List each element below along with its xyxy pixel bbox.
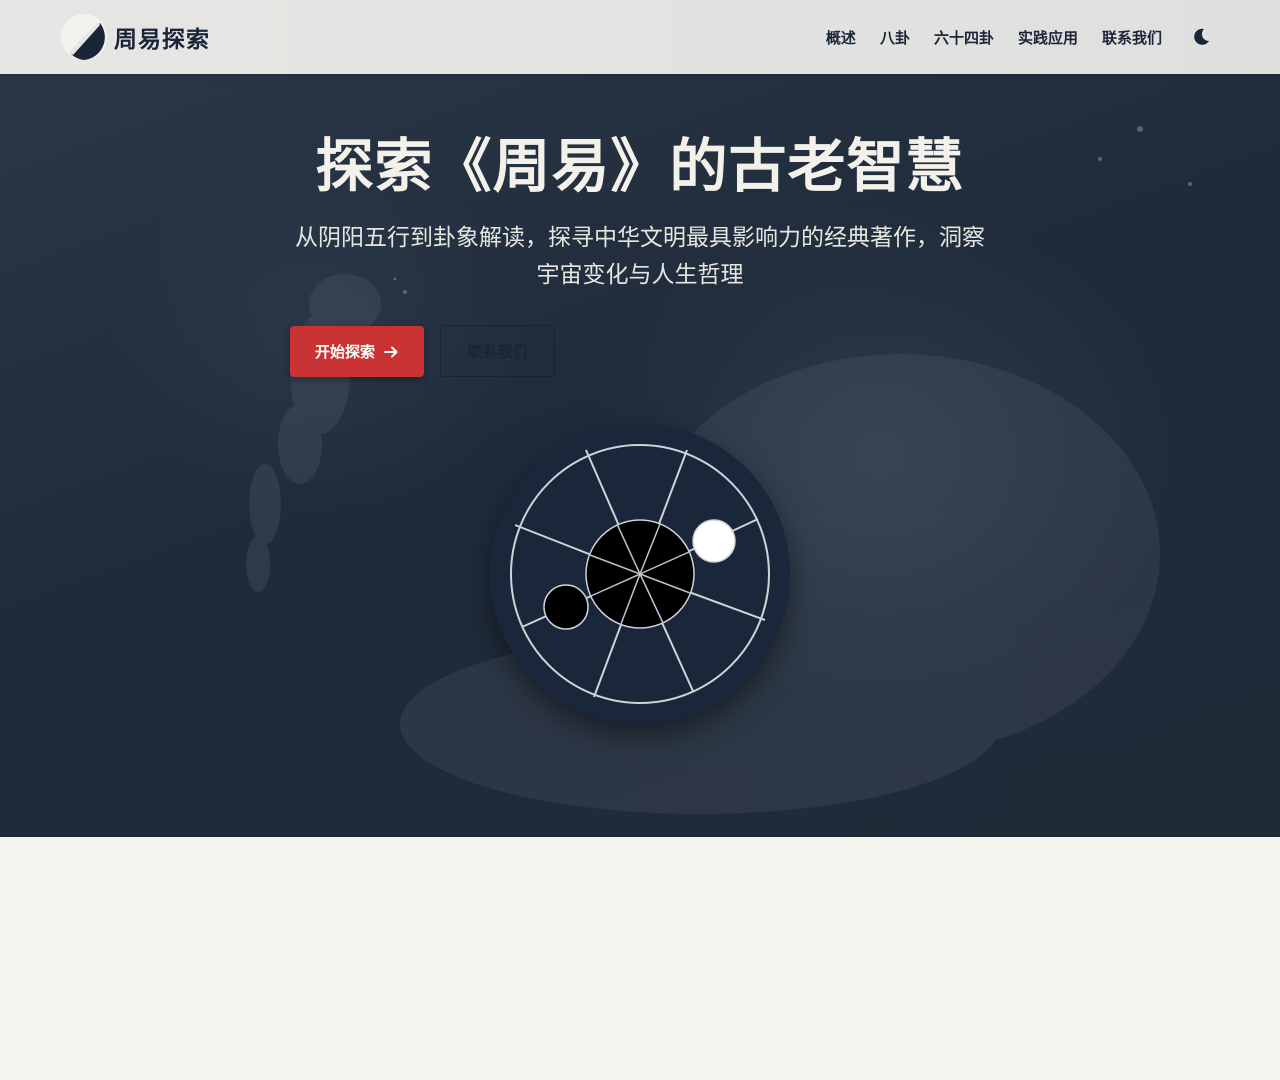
start-explore-label: 开始探索 xyxy=(314,343,375,361)
bagua-graphic xyxy=(490,424,790,724)
nav-link-applications[interactable]: 实践应用 xyxy=(1018,27,1078,48)
bagua-wheel-icon xyxy=(510,444,770,704)
brand-logo[interactable]: 周易探索 xyxy=(60,14,210,60)
nav-link-overview[interactable]: 概述 xyxy=(826,27,856,48)
yin-yang-logo-icon xyxy=(61,14,107,60)
nav-link-64-hexagrams[interactable]: 六十四卦 xyxy=(934,27,994,48)
hero-subtitle: 从阴阳五行到卦象解读，探寻中华文明最具影响力的经典著作，洞察宇宙变化与人生哲理 xyxy=(295,225,985,288)
contact-us-label: 联系我们 xyxy=(467,342,528,361)
hero-title: 探索《周易》的古老智慧 xyxy=(315,132,965,200)
content-area xyxy=(0,837,1280,1080)
moon-icon[interactable] xyxy=(1190,26,1212,48)
top-navbar: 周易探索 概述 八卦 六十四卦 实践应用 联系我们 xyxy=(0,0,1280,74)
contact-us-button[interactable]: 联系我们 xyxy=(440,325,555,377)
start-explore-button[interactable]: 开始探索 xyxy=(290,326,424,377)
arrow-right-icon xyxy=(384,346,398,357)
brand-name: 周易探索 xyxy=(114,26,210,53)
hero-section: 探索《周易》的古老智慧 从阴阳五行到卦象解读，探寻中华文明最具影响力的经典著作，… xyxy=(0,74,1280,837)
main-nav: 概述 八卦 六十四卦 实践应用 联系我们 xyxy=(826,0,1162,74)
nav-link-contact[interactable]: 联系我们 xyxy=(1102,27,1162,48)
nav-link-bagua[interactable]: 八卦 xyxy=(880,27,910,48)
